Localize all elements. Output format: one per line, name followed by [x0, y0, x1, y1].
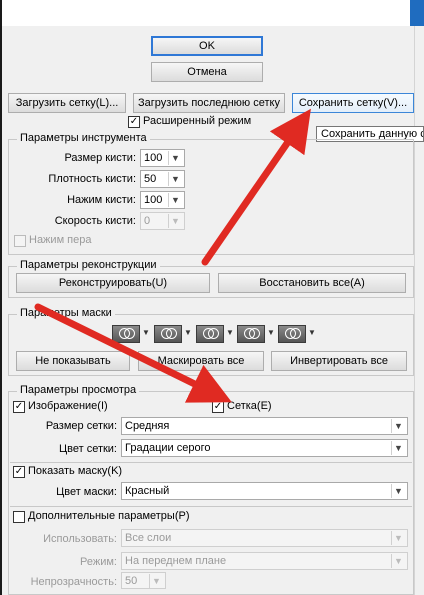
chevron-down-icon[interactable]: ▼ — [308, 328, 316, 337]
show-mesh-checkbox[interactable]: ✓ — [212, 401, 224, 413]
divider — [10, 462, 412, 463]
chevron-down-icon: ▼ — [149, 574, 163, 588]
view-options-legend: Параметры просмотра — [17, 384, 140, 396]
mask-color-select[interactable]: Красный ▼ — [121, 482, 408, 500]
chevron-down-icon[interactable]: ▼ — [168, 151, 182, 165]
brush-rate-field: 0 ▼ — [140, 212, 185, 230]
mesh-color-label: Цвет сетки: — [58, 443, 117, 455]
replace-selection-icon[interactable] — [112, 325, 140, 343]
mesh-size-label: Размер сетки: — [45, 420, 117, 432]
show-mask-checkbox[interactable]: ✓ — [13, 466, 25, 478]
brush-size-label: Размер кисти: — [64, 152, 136, 164]
mask-color-label: Цвет маски: — [56, 486, 117, 498]
reconstruct-button[interactable]: Реконструировать(U) — [16, 273, 210, 293]
mode-select: На переднем плане ▼ — [121, 552, 408, 570]
brush-pressure-field[interactable]: 100 ▼ — [140, 191, 185, 209]
mask-options-legend: Параметры маски — [17, 307, 115, 319]
mode-label: Режим: — [80, 556, 117, 568]
chevron-down-icon: ▼ — [391, 531, 405, 545]
add-to-selection-icon[interactable] — [154, 325, 182, 343]
chevron-down-icon: ▼ — [391, 554, 405, 568]
tool-options-legend: Параметры инструмента — [17, 132, 150, 144]
brush-rate-label: Скорость кисти: — [54, 215, 136, 227]
use-select: Все слои ▼ — [121, 529, 408, 547]
chevron-down-icon: ▼ — [168, 214, 182, 228]
restore-all-button[interactable]: Восстановить все(A) — [218, 273, 406, 293]
brush-density-label: Плотность кисти: — [48, 173, 136, 185]
subtract-from-selection-icon[interactable] — [196, 325, 224, 343]
show-mesh-label: Сетка(E) — [227, 400, 272, 412]
chevron-down-icon[interactable]: ▼ — [184, 328, 192, 337]
mask-none-button[interactable]: Не показывать — [16, 351, 130, 371]
mesh-color-select[interactable]: Градации серого ▼ — [121, 439, 408, 457]
load-last-mesh-button[interactable]: Загрузить последнюю сетку — [133, 93, 285, 113]
chevron-down-icon[interactable]: ▼ — [267, 328, 275, 337]
window-left-border — [0, 0, 2, 595]
show-backdrop-checkbox[interactable] — [13, 511, 25, 523]
save-mesh-button[interactable]: Сохранить сетку(V)... — [292, 93, 414, 113]
brush-density-field[interactable]: 50 ▼ — [140, 170, 185, 188]
show-image-label: Изображение(I) — [28, 400, 108, 412]
advanced-mode-label: Расширенный режим — [143, 115, 252, 127]
load-mesh-button[interactable]: Загрузить сетку(L)... — [8, 93, 126, 113]
chevron-down-icon[interactable]: ▼ — [142, 328, 150, 337]
stylus-pressure-checkbox — [14, 235, 26, 247]
mesh-size-select[interactable]: Средняя ▼ — [121, 417, 408, 435]
opacity-field: 50 ▼ — [121, 572, 166, 589]
mask-all-button[interactable]: Маскировать все — [138, 351, 264, 371]
chevron-down-icon[interactable]: ▼ — [226, 328, 234, 337]
invert-all-button[interactable]: Инвертировать все — [271, 351, 407, 371]
show-mask-label: Показать маску(K) — [28, 465, 123, 477]
opacity-label: Непрозрачность: — [30, 576, 117, 588]
intersect-selection-icon[interactable] — [237, 325, 265, 343]
ok-button[interactable]: OK — [151, 36, 263, 56]
divider — [10, 506, 412, 507]
use-label: Использовать: — [43, 533, 117, 545]
window-right-frame — [414, 26, 424, 595]
show-image-checkbox[interactable]: ✓ — [13, 401, 25, 413]
cancel-button[interactable]: Отмена — [151, 62, 263, 82]
brush-pressure-label: Нажим кисти: — [67, 194, 136, 206]
stylus-pressure-label: Нажим пера — [29, 234, 92, 246]
advanced-mode-checkbox[interactable]: ✓ — [128, 116, 140, 128]
invert-selection-icon[interactable] — [278, 325, 306, 343]
chevron-down-icon[interactable]: ▼ — [168, 172, 182, 186]
window-edge-accent — [410, 0, 424, 26]
brush-size-field[interactable]: 100 ▼ — [140, 149, 185, 167]
chevron-down-icon[interactable]: ▼ — [391, 484, 405, 498]
chevron-down-icon[interactable]: ▼ — [391, 441, 405, 455]
reconstruct-options-legend: Параметры реконструкции — [17, 259, 160, 271]
chevron-down-icon[interactable]: ▼ — [168, 193, 182, 207]
chevron-down-icon[interactable]: ▼ — [391, 419, 405, 433]
title-bar — [0, 0, 424, 26]
show-backdrop-label: Дополнительные параметры(P) — [28, 510, 190, 522]
